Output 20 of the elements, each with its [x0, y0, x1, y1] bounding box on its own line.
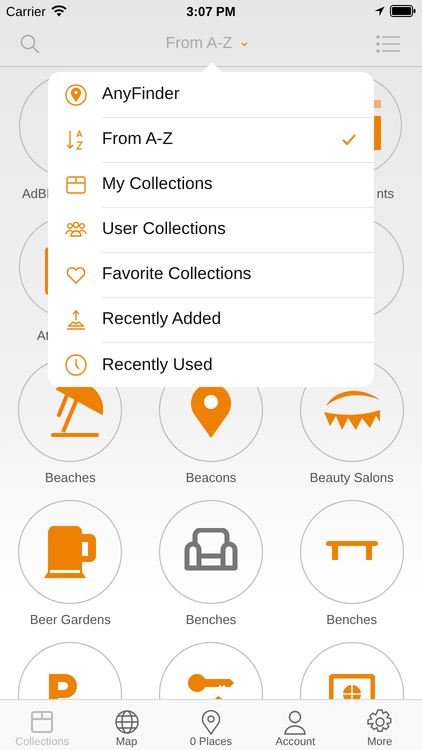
tab-item[interactable]: Account — [255, 700, 336, 750]
category-label: Beauty Salons — [310, 470, 394, 485]
category-label: Benches — [326, 612, 377, 627]
category-label: Benches — [186, 612, 236, 627]
menu-item[interactable]: My Collections — [48, 162, 374, 207]
menu-item[interactable]: From A-Z — [48, 117, 374, 162]
category-label: Beacons — [186, 470, 236, 485]
category-label: Beaches — [45, 470, 96, 485]
menu-item[interactable]: Recently Used — [48, 342, 374, 387]
menu-item[interactable]: User Collections — [48, 207, 374, 252]
status-time: 3:07 PM — [186, 4, 236, 18]
menu-item[interactable]: Favorite Collections — [48, 252, 374, 297]
tab-item[interactable]: 0 Places — [170, 700, 251, 750]
tab-item[interactable]: More — [340, 700, 420, 750]
category-label: Beer Gardens — [30, 612, 111, 627]
category-label: nts — [376, 186, 394, 201]
tab-item[interactable]: Map — [86, 700, 167, 750]
carrier-name: Carrier — [6, 4, 46, 18]
menu-item[interactable]: Recently Added — [48, 297, 374, 342]
menu-item[interactable]: AnyFinder — [48, 72, 374, 117]
